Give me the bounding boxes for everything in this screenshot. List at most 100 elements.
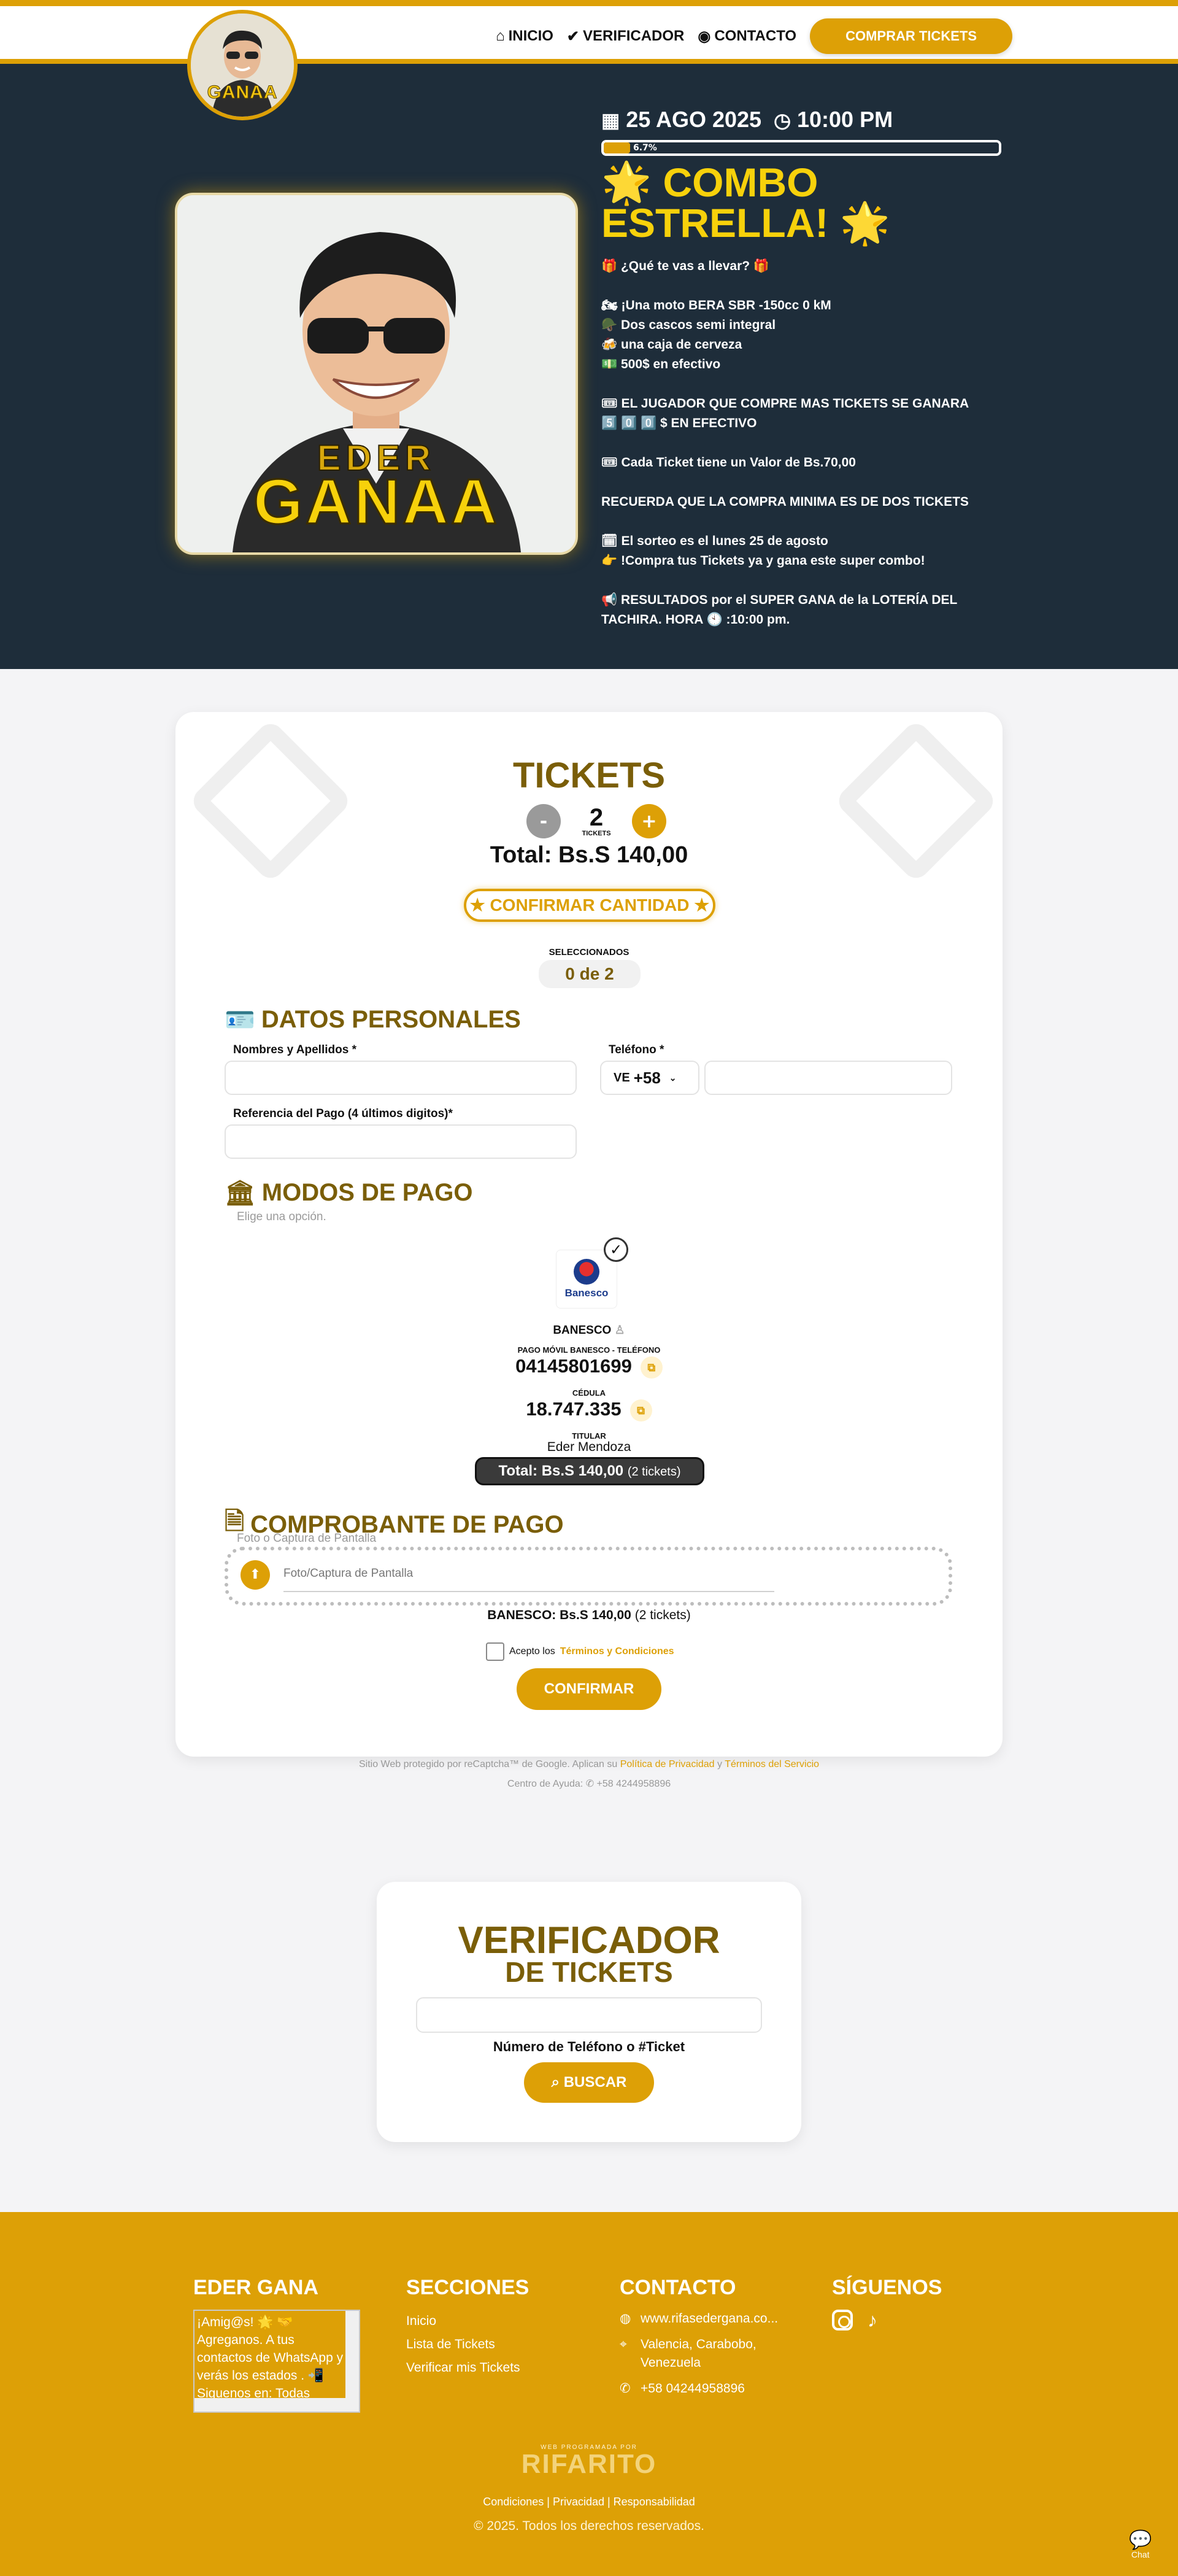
banesco-logo-icon: [574, 1259, 599, 1285]
clock-icon: ◷: [774, 109, 791, 131]
confirm-button[interactable]: CONFIRMAR: [517, 1668, 661, 1710]
personal-data-heading: 🪪 DATOS PERSONALES: [225, 1006, 521, 1034]
horizontal-scrollbar[interactable]: [194, 2398, 359, 2412]
site-logo[interactable]: GANAA: [187, 10, 298, 120]
footer-legal-links[interactable]: Condiciones | Privacidad | Responsabilid…: [0, 2496, 1178, 2508]
location-pin-icon: ⌖: [620, 2337, 627, 2351]
rifarito-logo[interactable]: RIFARITO: [0, 2451, 1178, 2478]
footer-social: SÍGUENOS ♪: [832, 2276, 942, 2331]
tickets-title: TICKETS: [512, 756, 666, 795]
footer-phone[interactable]: ✆ +58 04244958896: [620, 2380, 804, 2398]
copy-icon[interactable]: ⧉: [640, 1356, 663, 1379]
draw-datetime: ▦ 25 AGO 2025 ◷ 10:00 PM: [601, 107, 1006, 133]
verifier-subtitle: DE TICKETS: [505, 1956, 673, 1988]
tiktok-icon[interactable]: ♪: [868, 2310, 877, 2330]
terms-of-service-link[interactable]: Términos del Servicio: [725, 1759, 819, 1770]
description-line: RECUERDA QUE LA COMPRA MINIMA ES DE DOS …: [601, 495, 969, 509]
chat-bubble-icon: 💬: [1129, 2530, 1152, 2550]
increase-button[interactable]: +: [632, 804, 666, 838]
verifier-input[interactable]: [416, 1997, 762, 2033]
id-number: 18.747.335: [526, 1398, 622, 1420]
country-code-select[interactable]: VE +58 ⌄: [600, 1061, 699, 1095]
name-label: Nombres y Apellidos *: [233, 1043, 356, 1056]
powered-by: WEB PROGRAMADA POR RIFARITO: [0, 2444, 1178, 2478]
decrease-button[interactable]: -: [526, 804, 561, 838]
nav-inicio[interactable]: ⌂ INICIO: [496, 28, 553, 45]
home-icon: ⌂: [496, 28, 505, 44]
terms-checkbox[interactable]: [486, 1642, 504, 1661]
payment-total: Total: Bs.S 140,00 (2 tickets): [475, 1457, 704, 1485]
selected-label: SELECCIONADOS: [549, 947, 629, 957]
whatsapp-icon: ✆: [620, 2381, 631, 2396]
payment-ref-input[interactable]: [225, 1124, 577, 1159]
description-line: [601, 512, 1006, 532]
footer-contact: CONTACTO ◍ www.rifasedergana.co... ⌖ Valen…: [620, 2276, 804, 2405]
copyright: © 2025. Todos los derechos reservados.: [474, 2519, 704, 2533]
selected-count: 0 de 2: [539, 960, 641, 988]
copy-icon[interactable]: ⧉: [629, 1399, 652, 1421]
verifier-input-label: Número de Teléfono o #Ticket: [493, 2039, 685, 2054]
description-line: 🎟 Cada Ticket tiene un Valor de Bs.70,00: [601, 455, 856, 470]
upload-icon[interactable]: ⬆: [241, 1560, 270, 1590]
ticket-verifier-card: VERIFICADOR DE TICKETS Número de Teléfon…: [377, 1882, 801, 2142]
main-nav: ⌂ INICIO ✔ VERIFICADOR ◉ CONTACTO COMPRAR T…: [496, 18, 1012, 54]
check-circle-icon: ✔: [566, 28, 580, 45]
id-row: 18.747.335 ⧉: [175, 1398, 1003, 1421]
logo-text: GANAA: [207, 82, 278, 103]
description-line: [601, 276, 1006, 296]
description-line: 🪖 Dos cascos semi integral: [601, 318, 776, 332]
receipt-upload-area[interactable]: ⬆ Foto/Captura de Pantalla: [225, 1547, 952, 1606]
raffle-info: ▦ 25 AGO 2025 ◷ 10:00 PM 6.7% 🌟 COMBO ES…: [601, 107, 1006, 630]
description-line: 👉 !Compra tus Tickets ya y gana este sup…: [601, 554, 925, 568]
footer-location: ⌖ Valencia, Carabobo, Venezuela: [620, 2335, 804, 2372]
progress-fill: [604, 142, 631, 153]
mobile-pay-number: 04145801699: [515, 1355, 632, 1377]
about-scrollbox[interactable]: ¡Amig@s! 🌟 🤝 Agreganos. A tus contactos …: [193, 2310, 360, 2413]
description-line: 🍻 una caja de cerveza: [601, 338, 742, 352]
payment-hint: Elige una opción.: [237, 1210, 326, 1223]
holder-name: Eder Mendoza: [547, 1440, 631, 1454]
draw-time: 10:00 PM: [797, 107, 893, 132]
receipt-file-field[interactable]: Foto/Captura de Pantalla: [283, 1561, 774, 1592]
description-line: 🗓 El sorteo es el lunes 25 de agosto: [601, 534, 828, 548]
hero-brand-bottom: GANAA: [252, 466, 500, 539]
nav-verificador[interactable]: ✔ VERIFICADOR: [567, 28, 684, 45]
receipt-hint: Foto o Captura de Pantalla: [237, 1532, 377, 1545]
search-icon: ⌕: [551, 2074, 560, 2091]
top-nav-bar: GANAA ⌂ INICIO ✔ VERIFICADOR ◉ CONTACTO COM…: [0, 0, 1178, 120]
tickets-total: Total: Bs.S 140,00: [490, 842, 688, 868]
vertical-scrollbar[interactable]: [345, 2311, 359, 2399]
footer-link-verify[interactable]: Verificar mis Tickets: [406, 2356, 529, 2380]
terms-link[interactable]: Términos y Condiciones: [560, 1646, 674, 1657]
draw-date: 25 AGO 2025: [626, 107, 762, 132]
nav-contacto[interactable]: ◉ CONTACTO: [698, 28, 796, 45]
footer-website[interactable]: ◍ www.rifasedergana.co...: [620, 2310, 804, 2328]
recaptcha-notice: Sitio Web protegido por reCaptcha™ de Go…: [358, 1759, 820, 1770]
footer-link-inicio[interactable]: Inicio: [406, 2310, 529, 2333]
footer: EDER GANA ¡Amig@s! 🌟 🤝 Agreganos. A tus …: [0, 2212, 1178, 2576]
user-circle-icon: ◉: [698, 28, 711, 45]
buy-tickets-button[interactable]: COMPRAR TICKETS: [810, 18, 1012, 54]
receipt-summary: BANESCO: Bs.S 140,00 (2 tickets): [487, 1608, 691, 1622]
user-icon: ♙: [614, 1324, 625, 1337]
phone-input[interactable]: [704, 1061, 952, 1095]
footer-link-ticket-list[interactable]: Lista de Tickets: [406, 2333, 529, 2356]
phone-label: Teléfono *: [609, 1043, 664, 1056]
privacy-policy-link[interactable]: Política de Privacidad: [620, 1759, 715, 1770]
search-button[interactable]: ⌕ BUSCAR: [524, 2062, 654, 2103]
terms-checkbox-row: Acepto los Términos y Condiciones: [486, 1642, 674, 1661]
description-line: 🎁 ¿Qué te vas a llevar? 🎁: [601, 259, 770, 273]
progress-label: 6.7%: [633, 143, 657, 153]
confirm-quantity-button[interactable]: ★ CONFIRMAR CANTIDAD ★: [464, 889, 715, 922]
bank-icon: 🏛: [225, 1180, 256, 1207]
description-line: [601, 571, 1006, 590]
name-input[interactable]: [225, 1061, 577, 1095]
mobile-pay-row: 04145801699 ⧉: [175, 1355, 1003, 1379]
raffle-title: 🌟 COMBO ESTRELLA! 🌟: [601, 160, 890, 246]
footer-about: EDER GANA ¡Amig@s! 🌟 🤝 Agreganos. A tus …: [193, 2276, 360, 2413]
quantity-stepper: - 2 TICKETS +: [526, 804, 666, 838]
footer-sections: SECCIONES Inicio Lista de Tickets Verifi…: [406, 2276, 529, 2380]
chevron-down-icon: ⌄: [669, 1072, 677, 1083]
chat-widget[interactable]: 💬 Chat: [1129, 2530, 1152, 2560]
instagram-icon[interactable]: [832, 2310, 853, 2330]
